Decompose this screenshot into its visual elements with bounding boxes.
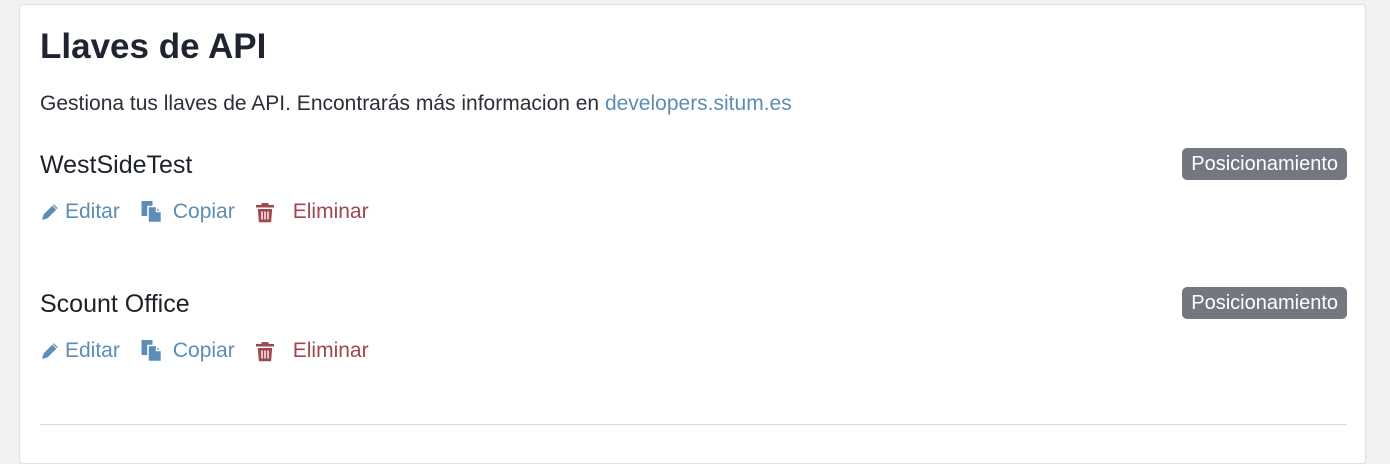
api-key-name: Scount Office	[40, 290, 190, 318]
page-description: Gestiona tus llaves de API. Encontrarás …	[40, 91, 792, 117]
page-title: Llaves de API	[40, 27, 267, 66]
permission-badge: Posicionamiento	[1182, 287, 1347, 319]
api-key-actions: Editar Copiar Eliminar	[40, 197, 369, 227]
api-key-item: Scount Office Posicionamiento Editar Cop…	[40, 287, 1347, 379]
api-key-item: WestSideTest Posicionamiento Editar Copi…	[40, 148, 1347, 240]
edit-label: Editar	[65, 339, 120, 362]
divider	[40, 424, 1347, 425]
permission-badge: Posicionamiento	[1182, 148, 1347, 180]
delete-button[interactable]: Eliminar	[255, 199, 369, 225]
copy-label: Copiar	[172, 200, 235, 223]
trash-icon	[255, 202, 275, 223]
delete-label: Eliminar	[292, 339, 369, 362]
edit-button[interactable]: Editar	[40, 199, 120, 225]
delete-button[interactable]: Eliminar	[255, 338, 369, 364]
delete-label: Eliminar	[292, 200, 369, 223]
developers-link[interactable]: developers.situm.es	[605, 92, 792, 115]
api-key-actions: Editar Copiar Eliminar	[40, 336, 369, 366]
copy-button[interactable]: Copiar	[140, 199, 235, 225]
api-key-name: WestSideTest	[40, 151, 193, 179]
copy-icon	[140, 339, 164, 363]
pencil-icon	[40, 202, 60, 222]
copy-label: Copiar	[172, 339, 235, 362]
copy-button[interactable]: Copiar	[140, 338, 235, 364]
edit-label: Editar	[65, 200, 120, 223]
description-text: Gestiona tus llaves de API. Encontrarás …	[40, 92, 605, 115]
pencil-icon	[40, 341, 60, 361]
trash-icon	[255, 341, 275, 362]
edit-button[interactable]: Editar	[40, 338, 120, 364]
api-keys-card: Llaves de API Gestiona tus llaves de API…	[19, 4, 1366, 464]
copy-icon	[140, 200, 164, 224]
